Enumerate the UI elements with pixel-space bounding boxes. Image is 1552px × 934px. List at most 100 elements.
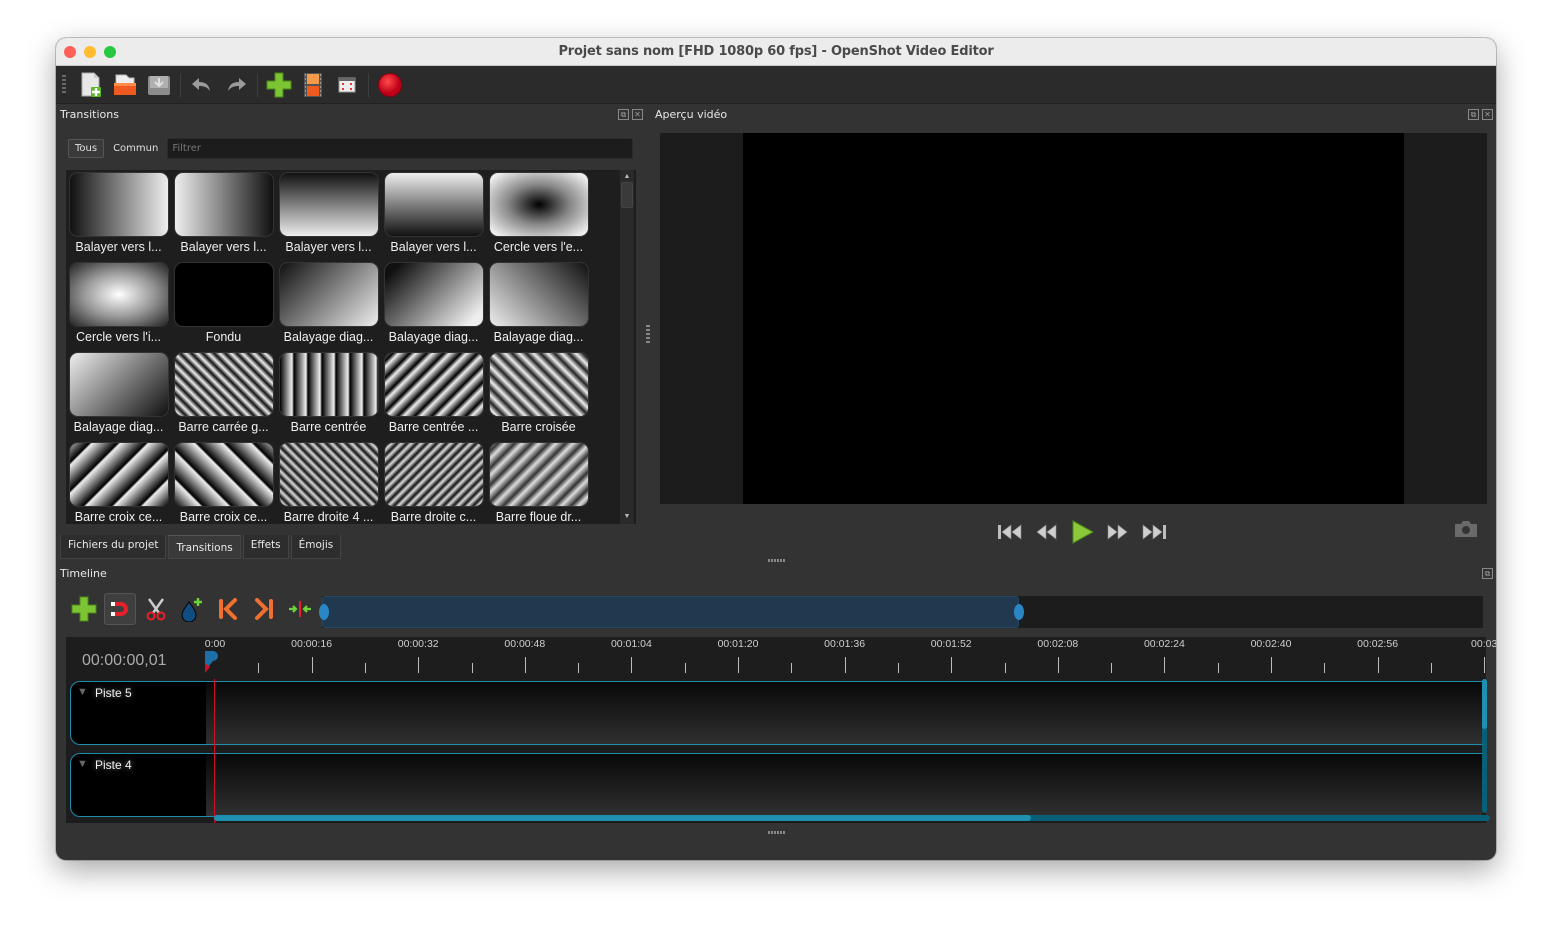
close-panel-button[interactable]: ✕ (632, 109, 643, 120)
transition-item[interactable]: Cercle vers l'i... (68, 262, 169, 352)
transition-item[interactable]: Balayer vers l... (68, 172, 169, 262)
tab-effects[interactable]: Effets (242, 535, 289, 559)
add-marker-button[interactable] (176, 593, 208, 625)
rewind-button[interactable] (1030, 516, 1062, 548)
scrollbar-thumb[interactable] (621, 182, 633, 208)
float-panel-button[interactable]: ⧉ (1482, 568, 1493, 579)
panel-splitter-handle[interactable] (768, 559, 786, 562)
tab-transitions[interactable]: Transitions (168, 535, 241, 559)
import-files-button[interactable] (262, 69, 296, 101)
undo-button[interactable] (185, 69, 219, 101)
fast-forward-button[interactable] (1102, 516, 1134, 548)
minimize-window-button[interactable] (84, 46, 96, 58)
transition-item[interactable]: Balayage diag... (278, 262, 379, 352)
zoom-handle-left[interactable] (319, 604, 329, 620)
close-window-button[interactable] (64, 46, 76, 58)
playhead-line[interactable] (214, 679, 215, 823)
transition-item[interactable]: Balayage diag... (488, 262, 589, 352)
transition-label: Fondu (205, 330, 242, 344)
float-panel-button[interactable]: ⧉ (1468, 109, 1479, 120)
track-header[interactable]: ▼ Piste 5 (70, 681, 206, 745)
transition-item[interactable]: Balayer vers l... (278, 172, 379, 262)
add-track-button[interactable] (68, 593, 100, 625)
jump-end-button[interactable] (1138, 516, 1170, 548)
open-project-button[interactable] (108, 69, 142, 101)
ruler-major-tick (631, 657, 633, 673)
transition-item[interactable]: Balayage diag... (68, 352, 169, 442)
transition-item[interactable]: Barre centrée (278, 352, 379, 442)
export-video-button[interactable] (373, 69, 407, 101)
transition-item[interactable]: Barre droite 4 ... (278, 442, 379, 524)
transition-item[interactable]: Barre croix ce... (173, 442, 274, 524)
track-content[interactable] (206, 753, 1482, 817)
screenshot-button[interactable] (1453, 519, 1479, 544)
window-controls (64, 46, 116, 58)
transition-item[interactable]: Balayer vers l... (173, 172, 274, 262)
transition-item[interactable]: Barre croisée (488, 352, 589, 442)
center-playhead-button[interactable] (284, 593, 316, 625)
track[interactable]: ▼ Piste 4 (70, 753, 1482, 817)
transition-item[interactable]: Barre centrée ... (383, 352, 484, 442)
track-header[interactable]: ▼ Piste 4 (70, 753, 206, 817)
filter-tab-common[interactable]: Commun (108, 140, 163, 157)
track[interactable]: ▼ Piste 5 (70, 681, 1482, 745)
transition-item[interactable]: Balayer vers l... (383, 172, 484, 262)
jump-start-button[interactable] (994, 516, 1026, 548)
new-project-button[interactable] (74, 69, 108, 101)
play-button[interactable] (1066, 516, 1098, 548)
transition-thumbnail (278, 352, 379, 417)
transition-thumbnail (278, 262, 379, 327)
ruler-tick-label: 00:02:56 (1357, 638, 1399, 650)
float-panel-button[interactable]: ⧉ (618, 109, 629, 120)
video-preview-canvas[interactable] (743, 133, 1404, 504)
transition-item[interactable]: Cercle vers l'e... (488, 172, 589, 262)
timeline-tracks: ▼ Piste 5 ▼ Piste 4 (66, 679, 1490, 823)
toolbar-grip[interactable] (62, 74, 66, 95)
transition-item[interactable]: Balayage diag... (383, 262, 484, 352)
fullscreen-button[interactable] (330, 69, 364, 101)
collapse-arrow-icon[interactable]: ▼ (77, 758, 88, 770)
filter-tab-all[interactable]: Tous (68, 139, 105, 158)
panel-splitter-handle[interactable] (646, 325, 650, 345)
transition-item[interactable]: Barre croix ce... (68, 442, 169, 524)
timeline-ruler[interactable]: 00:00:00,01 0:00 00:00:16 00:00:32 00:00:48… (66, 637, 1496, 679)
save-project-button[interactable] (142, 69, 176, 101)
transition-label: Barre droite c... (390, 510, 477, 524)
playhead-handle-icon[interactable] (204, 651, 218, 673)
close-panel-button[interactable]: ✕ (1482, 109, 1493, 120)
previous-marker-button[interactable] (212, 593, 244, 625)
transitions-scrollbar[interactable]: ▲ ▼ (620, 170, 634, 524)
transition-thumbnail (488, 442, 589, 507)
ruler-minor-tick (578, 663, 580, 673)
open-folder-icon (114, 74, 136, 95)
maximize-window-button[interactable] (104, 46, 116, 58)
transition-item[interactable]: Barre floue dr... (488, 442, 589, 524)
razor-tool-button[interactable] (140, 593, 172, 625)
scroll-down-arrow-icon[interactable]: ▼ (620, 510, 634, 522)
snapping-toggle[interactable] (104, 593, 136, 625)
scroll-up-arrow-icon[interactable]: ▲ (620, 170, 634, 182)
transitions-filter-input[interactable] (167, 138, 634, 159)
tab-project-files[interactable]: Fichiers du projet (60, 535, 167, 559)
collapse-arrow-icon[interactable]: ▼ (77, 686, 88, 698)
transition-item[interactable]: Fondu (173, 262, 274, 352)
timeline-vertical-scrollbar[interactable] (1482, 679, 1487, 813)
timeline-zoom-slider[interactable] (319, 596, 1483, 628)
ruler-tick-label: 00:02:08 (1037, 638, 1079, 650)
ruler-minor-tick (364, 663, 366, 673)
track-content[interactable] (206, 681, 1482, 745)
transition-item[interactable]: Barre droite c... (383, 442, 484, 524)
choose-profile-button[interactable] (296, 69, 330, 101)
tab-emojis[interactable]: Émojis (290, 535, 342, 559)
transition-item[interactable]: Barre carrée g... (173, 352, 274, 442)
next-marker-button[interactable] (248, 593, 280, 625)
scrollbar-thumb[interactable] (1482, 679, 1487, 729)
redo-button[interactable] (219, 69, 253, 101)
panel-splitter-handle[interactable] (768, 831, 786, 834)
zoom-handle-right[interactable] (1013, 604, 1024, 620)
timeline-horizontal-scrollbar[interactable] (214, 815, 1490, 821)
transition-label: Balayage diag... (493, 330, 584, 344)
scrollbar-thumb[interactable] (214, 815, 1031, 821)
zoom-range-selection[interactable] (322, 596, 1019, 628)
marker-icon (181, 598, 202, 622)
